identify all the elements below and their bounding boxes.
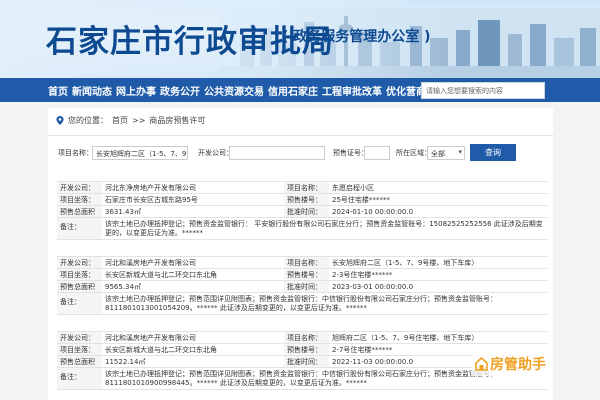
nav-item-online-services[interactable]: 网上办事 bbox=[116, 83, 156, 98]
record-row: 开发公司： 河北东净房地产开发有限公司 项目名称： 东愿启程小区 bbox=[57, 182, 547, 194]
nav-item-gov-affairs[interactable]: 政务公开 bbox=[160, 83, 200, 98]
location-value: 长安区新城大道与北二环交口东北角 bbox=[105, 271, 217, 279]
nav-item-engineering-reform[interactable]: 工程审批改革 bbox=[322, 83, 382, 98]
developer-label: 开发公司： bbox=[57, 332, 102, 343]
developer-value: 河北和溪房地产开发有限公司 bbox=[105, 334, 196, 342]
breadcrumb-home-link[interactable]: 首页 bbox=[112, 115, 128, 126]
building-label: 预售楼号： bbox=[284, 194, 329, 205]
area-value: 9565.34㎡ bbox=[105, 283, 141, 291]
search-filter: 项目名称： 长安旭辉府二区（1-5、7、9号楼、 开发公司： 预售证号： 所在区… bbox=[58, 144, 548, 164]
project-value: 旭辉府二区（1-5、7、9号住宅楼、地下车库） bbox=[332, 334, 479, 342]
divider bbox=[48, 135, 553, 136]
nav-item-news[interactable]: 新闻动态 bbox=[72, 83, 112, 98]
approval-label: 批准时间： bbox=[284, 206, 329, 217]
developer-label: 开发公司： bbox=[57, 257, 102, 268]
project-name-input[interactable]: 长安旭辉府二区（1-5、7、9号楼、 bbox=[92, 146, 188, 160]
district-select[interactable]: 全部 bbox=[427, 146, 465, 160]
record-row: 预售总面积(㎡)： 9565.34㎡ 批准时间： 2023-03-01 00:0… bbox=[57, 281, 547, 293]
note-label: 备注： bbox=[57, 293, 102, 314]
building-value: 25号住宅楼****** bbox=[332, 196, 390, 204]
developer-value: 河北和溪房地产开发有限公司 bbox=[105, 259, 196, 267]
developer-label: 开发公司： bbox=[57, 182, 102, 193]
project-name-label: 项目名称： bbox=[58, 149, 93, 157]
search-input[interactable]: 请输入您想要搜索的内容 bbox=[421, 82, 545, 99]
area-label: 预售总面积(㎡)： bbox=[57, 206, 102, 217]
house-key-icon bbox=[475, 357, 488, 371]
approval-value: 2023-03-01 00:00:00.0 bbox=[332, 283, 414, 291]
record-card: 开发公司： 河北和溪房地产开发有限公司 项目名称： 长安旭辉府二区（1-5、7、… bbox=[57, 256, 547, 315]
developer-input[interactable] bbox=[229, 146, 325, 160]
breadcrumb-current: 商品房预售许可 bbox=[149, 116, 206, 125]
location-value: 长安区新城大道与北二环交口东北角 bbox=[105, 346, 217, 354]
breadcrumb-prefix: 您的位置： bbox=[68, 116, 108, 125]
project-value: 东愿启程小区 bbox=[332, 184, 374, 192]
breadcrumb-separator: >> bbox=[132, 116, 146, 125]
approval-value: 2024-01-10 00:00:00.0 bbox=[332, 208, 414, 216]
project-label: 项目名称： bbox=[284, 182, 329, 193]
building-label: 预售楼号： bbox=[284, 269, 329, 280]
record-row: 开发公司： 河北和溪房地产开发有限公司 项目名称： 长安旭辉府二区（1-5、7、… bbox=[57, 257, 547, 269]
project-label: 项目名称： bbox=[284, 332, 329, 343]
nav-item-credit[interactable]: 信用石家庄 bbox=[268, 83, 318, 98]
approval-label: 批准时间： bbox=[284, 281, 329, 292]
breadcrumb: 您的位置： 首页 >> 商品房预售许可 bbox=[56, 115, 205, 126]
developer-label: 开发公司： bbox=[198, 149, 233, 157]
building-label: 预售楼号： bbox=[284, 344, 329, 355]
note-value: 该宗土地已办理抵押登记；预售资金监管银行： 平安银行股份有限公司石家庄分行；预售… bbox=[105, 220, 543, 237]
nav-item-home[interactable]: 首页 bbox=[48, 83, 68, 98]
project-label: 项目名称： bbox=[284, 257, 329, 268]
site-subtitle: ( 政务服务管理办公室 ) bbox=[282, 29, 431, 45]
location-pin-icon bbox=[56, 116, 64, 125]
record-row: 备注： 该宗土地已办理抵押登记；预售资金监管银行： 平安银行股份有限公司石家庄分… bbox=[57, 218, 547, 240]
area-value: 11522.14㎡ bbox=[105, 358, 146, 366]
approval-label: 批准时间： bbox=[284, 356, 329, 367]
location-label: 项目坐落： bbox=[57, 269, 102, 280]
watermark-text: 房管助手 bbox=[490, 357, 546, 373]
watermark: 房管助手 bbox=[471, 352, 550, 376]
note-value: 该宗土地已办理抵押登记；预售范围详见附图表；预售资金监管银行：中信银行股份有限公… bbox=[105, 295, 497, 312]
building-value: 2-3号住宅楼****** bbox=[332, 271, 393, 279]
location-label: 项目坐落： bbox=[57, 194, 102, 205]
record-row: 项目坐落： 长安区新城大道与北二环交口东北角 预售楼号： 2-3号住宅楼****… bbox=[57, 269, 547, 281]
permit-number-label: 预售证号： bbox=[333, 149, 368, 157]
location-value: 石家庄市长安区古城东路95号 bbox=[105, 196, 198, 204]
developer-value: 河北东净房地产开发有限公司 bbox=[105, 184, 196, 192]
permit-number-input[interactable] bbox=[364, 146, 390, 160]
area-value: 3631.43㎡ bbox=[105, 208, 141, 216]
note-label: 备注： bbox=[57, 218, 102, 239]
nav-items: 首页 新闻动态 网上办事 政务公开 公共资源交易 信用石家庄 工程审批改革 优化… bbox=[48, 78, 446, 102]
nav-item-public-resources[interactable]: 公共资源交易 bbox=[204, 83, 264, 98]
record-row: 预售总面积(㎡)： 3631.43㎡ 批准时间： 2024-01-10 00:0… bbox=[57, 206, 547, 218]
record-card: 开发公司： 河北东净房地产开发有限公司 项目名称： 东愿启程小区 项目坐落： 石… bbox=[57, 181, 547, 240]
header-banner: 石家庄市行政审批局 ( 政务服务管理办公室 ) bbox=[0, 0, 600, 78]
area-label: 预售总面积(㎡)： bbox=[57, 356, 102, 367]
district-label: 所在区域： bbox=[396, 149, 431, 157]
record-row: 项目坐落： 石家庄市长安区古城东路95号 预售楼号： 25号住宅楼****** bbox=[57, 194, 547, 206]
query-button[interactable]: 查询 bbox=[470, 144, 516, 161]
note-label: 备注： bbox=[57, 368, 102, 389]
area-label: 预售总面积(㎡)： bbox=[57, 281, 102, 292]
location-label: 项目坐落： bbox=[57, 344, 102, 355]
record-row: 备注： 该宗土地已办理抵押登记；预售范围详见附图表；预售资金监管银行：中信银行股… bbox=[57, 293, 547, 315]
project-value: 长安旭辉府二区（1-5、7、9号楼、地下车库） bbox=[332, 259, 479, 267]
record-row: 开发公司： 河北和溪房地产开发有限公司 项目名称： 旭辉府二区（1-5、7、9号… bbox=[57, 332, 547, 344]
